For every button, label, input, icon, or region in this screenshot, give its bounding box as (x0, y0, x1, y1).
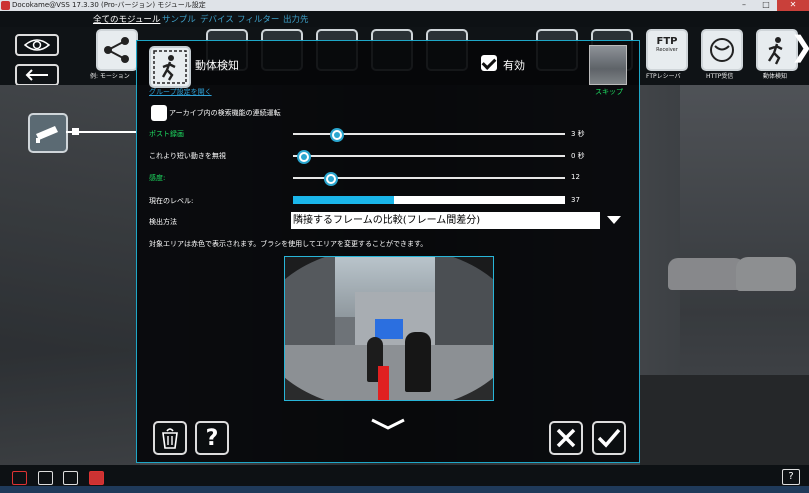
os-taskbar (0, 486, 809, 493)
collapse-chevron-icon[interactable] (370, 417, 406, 431)
current-level-bar (293, 196, 565, 204)
ignore-short-motion-slider[interactable] (293, 150, 565, 164)
sensitivity-label: 感度: (149, 174, 166, 182)
eye-icon (24, 39, 50, 51)
tool-label-motion-example: 例: モーション (90, 73, 130, 80)
camera-source-node[interactable] (28, 113, 68, 153)
window-title: Docokame@VSS 17.3.30 (Pro-バージョン) モジュール設定 (12, 1, 206, 9)
area-note: 対象エリアは赤色で表示されます。ブラシを使用してエリアを変更することができます。 (149, 240, 428, 248)
trash-icon (162, 428, 178, 449)
scroll-right-icon[interactable]: ❯ (790, 30, 809, 63)
module-tool-motion-example[interactable] (96, 29, 138, 71)
help-button[interactable]: ? (195, 421, 229, 455)
back-button[interactable] (15, 64, 59, 86)
window-titlebar: Docokame@VSS 17.3.30 (Pro-バージョン) モジュール設定… (0, 0, 809, 11)
module-tool-ftp-receiver[interactable]: FTP Receiver (646, 29, 688, 71)
module-menu: 全てのモジュール サンプル デバイス フィルター 出力先 (0, 11, 809, 27)
tool-label-http: HTTP受信 (706, 73, 734, 80)
security-camera-icon (36, 126, 58, 143)
view-button[interactable] (15, 34, 59, 56)
footer-help-button[interactable]: ? (782, 469, 800, 485)
network-nodes-icon (104, 37, 129, 63)
sensitivity-slider-knob[interactable] (324, 172, 339, 186)
post-record-value: 3 秒 (571, 130, 585, 138)
close-icon (556, 428, 576, 448)
enabled-label: 有効 (503, 59, 525, 72)
maximize-button[interactable]: □ (755, 0, 777, 11)
tool-label-ftp: FTPレシーバ (646, 73, 681, 80)
delete-button[interactable] (153, 421, 187, 455)
menu-filters[interactable]: フィルター (237, 13, 279, 25)
ignore-short-motion-label: これより短い動きを無視 (149, 152, 226, 160)
module-tool-http-receive[interactable] (701, 29, 743, 71)
ignore-short-motion-slider-knob[interactable] (296, 150, 311, 164)
open-group-settings-link[interactable]: グループ設定を開く (149, 87, 212, 97)
post-record-label: ポスト録画 (149, 130, 184, 138)
mask-preview-canvas[interactable] (284, 256, 494, 401)
detection-method-label: 検出方法 (149, 218, 177, 226)
archive-search-label: アーカイブ内の検索機能の連続運転 (169, 109, 281, 117)
menu-all-modules[interactable]: 全てのモジュール (93, 13, 160, 25)
dialog-title: 動体検知 (195, 59, 239, 72)
sensitivity-value: 12 (571, 173, 580, 181)
skip-link[interactable]: スキップ (595, 87, 623, 97)
http-globe-icon (710, 38, 734, 62)
running-man-icon (153, 50, 187, 84)
menu-sample[interactable]: サンプル (162, 13, 196, 25)
motion-detection-dialog: 動体検知 有効 スキップ グループ設定を開く アーカイブ内の検索機能の連続運転 … (136, 40, 640, 463)
node-link-dot (72, 128, 79, 135)
post-record-slider-knob[interactable] (329, 128, 344, 142)
enabled-checkbox[interactable] (481, 55, 497, 71)
ftp-icon-sub: Receiver (656, 47, 678, 53)
motion-detect-header-icon (149, 46, 191, 88)
app-icon (1, 1, 10, 10)
sensitivity-slider[interactable] (293, 172, 565, 186)
chevron-down-icon[interactable] (607, 216, 621, 224)
menu-devices[interactable]: デバイス (200, 13, 234, 25)
ftp-icon-text: FTP (656, 36, 678, 47)
close-window-button[interactable]: ✕ (777, 0, 809, 11)
tool-label-motion: 動体検知 (763, 73, 788, 80)
current-level-label: 現在のレベル: (149, 197, 194, 205)
ignore-short-motion-value: 0 秒 (571, 152, 585, 160)
cancel-button[interactable] (549, 421, 583, 455)
minimize-button[interactable]: – (733, 0, 755, 11)
exit-button[interactable] (12, 471, 27, 485)
question-icon: ? (205, 425, 219, 451)
checkmark-icon (597, 428, 621, 448)
ok-button[interactable] (592, 421, 626, 455)
back-arrow-icon (25, 69, 48, 81)
current-level-value: 37 (571, 196, 580, 204)
archive-search-checkbox[interactable] (151, 105, 167, 121)
detection-method-select[interactable]: 隣接するフレームの比較(フレーム間差分) (291, 212, 600, 229)
current-level-fill (293, 196, 394, 204)
post-record-slider[interactable] (293, 128, 565, 142)
remove-button[interactable] (89, 471, 104, 485)
menu-output[interactable]: 出力先 (283, 13, 309, 25)
skip-thumbnail[interactable] (589, 45, 627, 85)
list-button[interactable] (38, 471, 53, 485)
add-button[interactable] (63, 471, 78, 485)
